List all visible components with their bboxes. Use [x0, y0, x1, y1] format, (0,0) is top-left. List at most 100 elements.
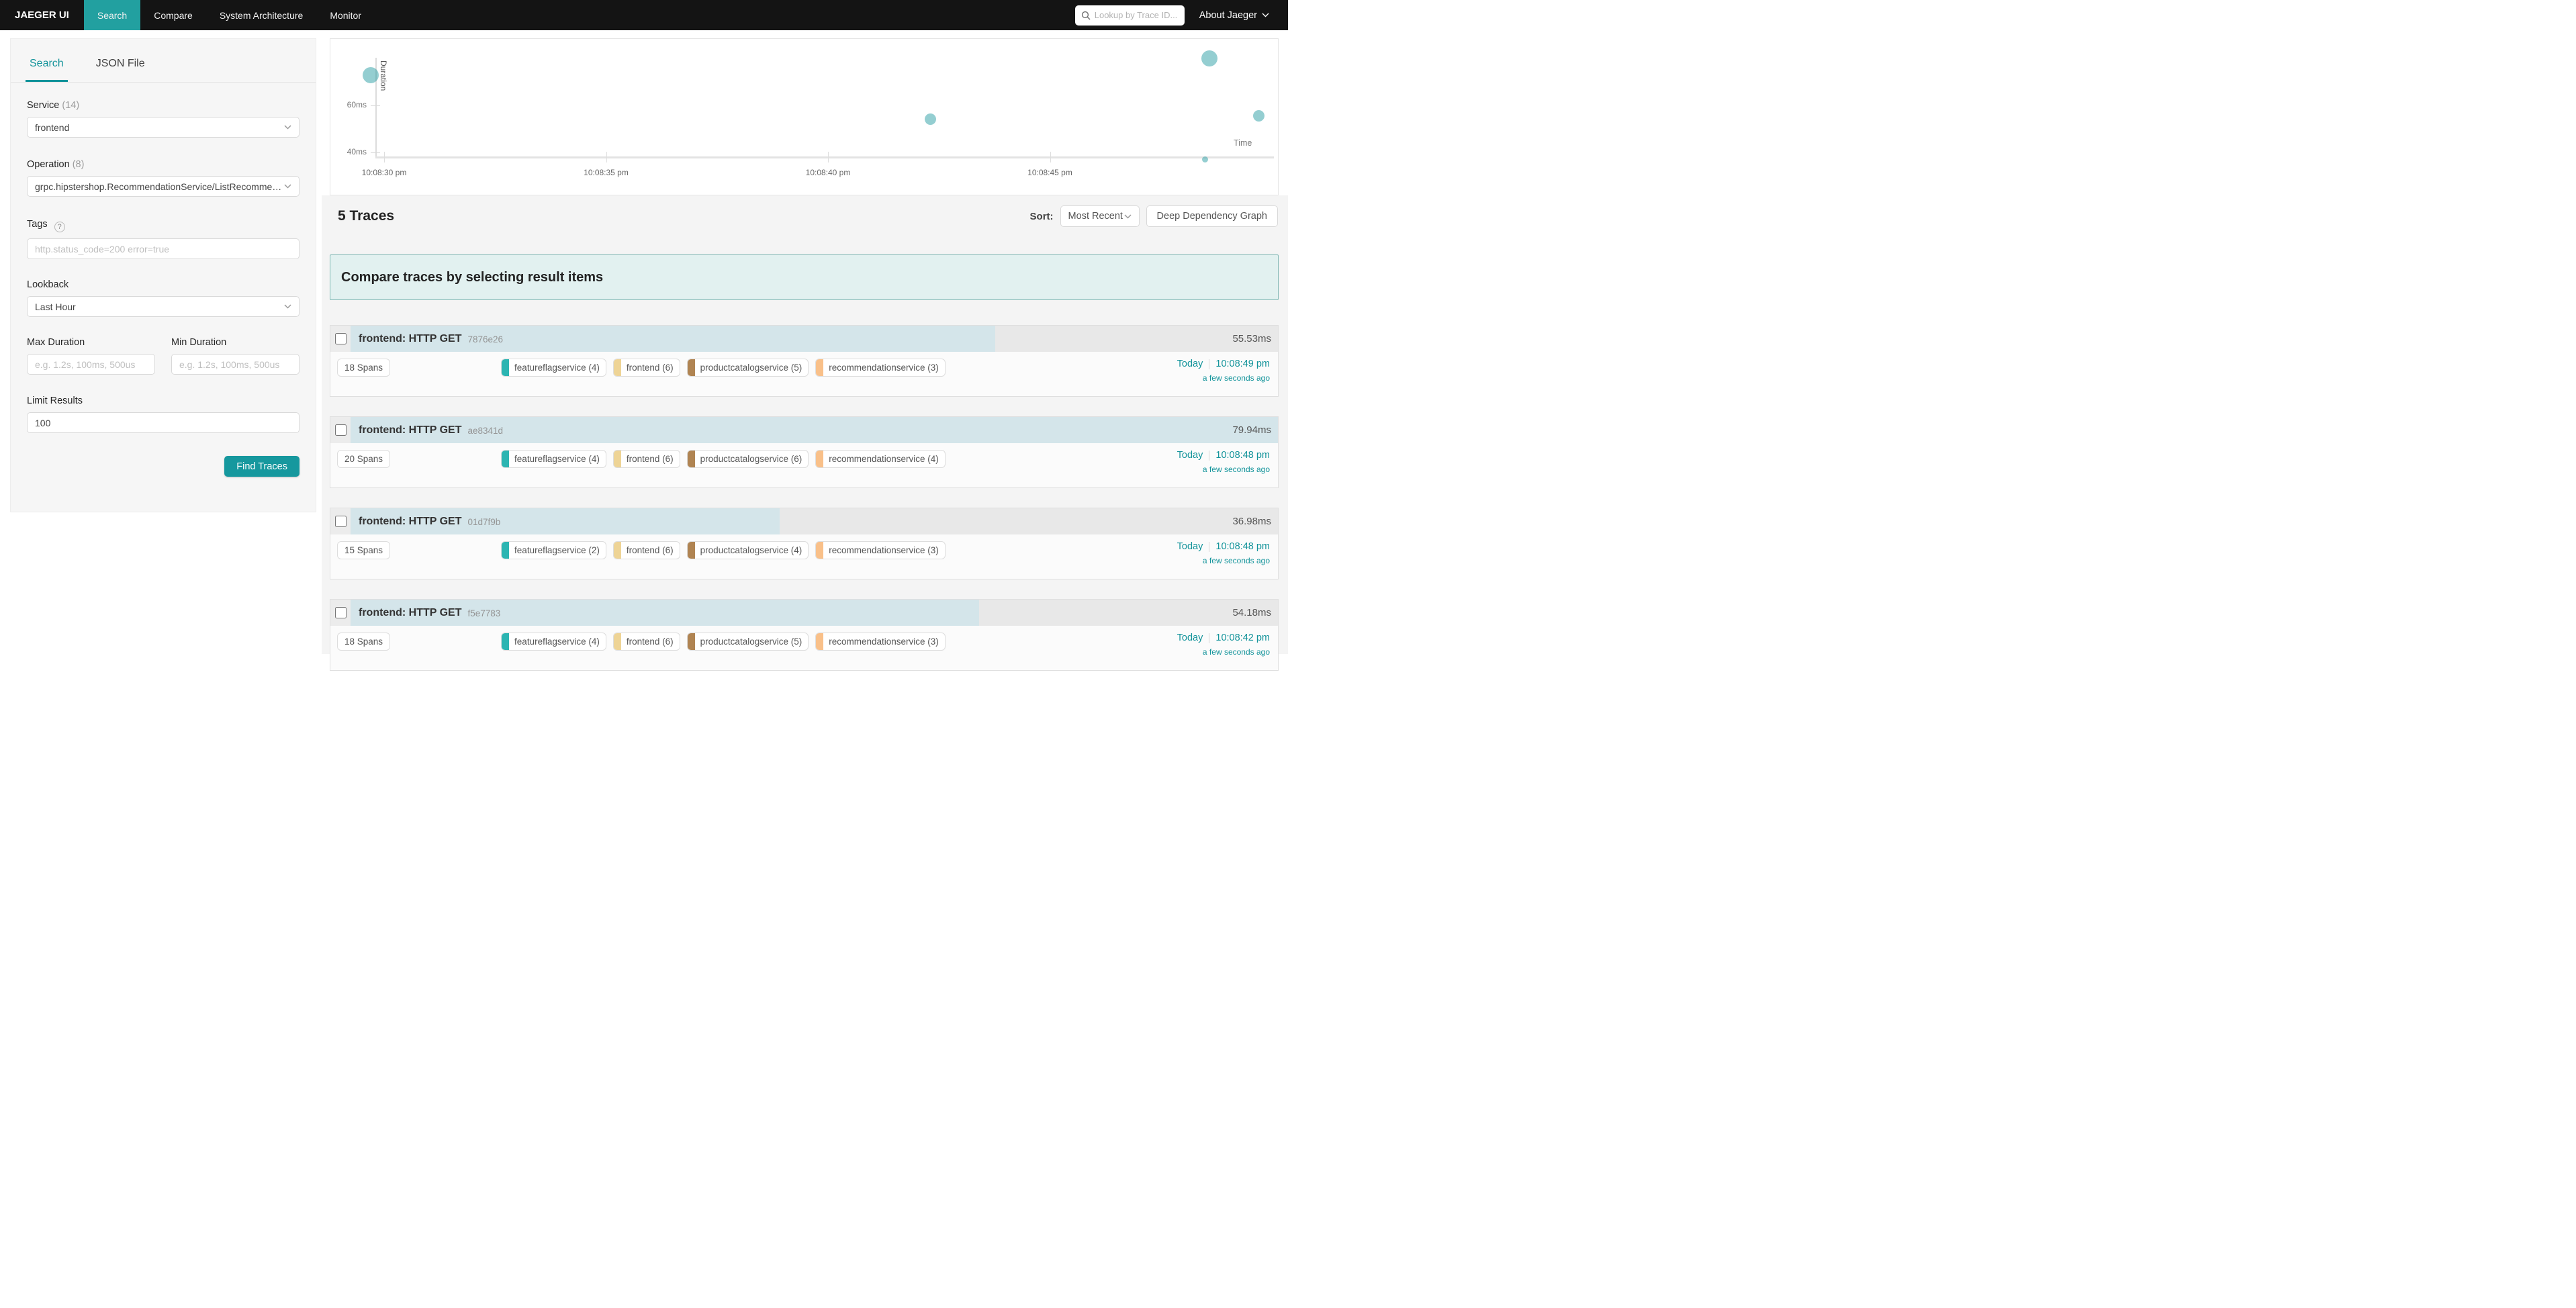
span-count-pill: 18 Spans [337, 633, 390, 651]
service-select[interactable]: frontend [27, 117, 300, 138]
trace-duration-track: frontend: HTTP GET ae8341d 79.94ms [351, 417, 1278, 443]
service-chip: frontend (6) [613, 633, 680, 651]
sort-select[interactable]: Most Recent [1060, 205, 1140, 227]
app-logo[interactable]: JAEGER UI [0, 0, 84, 30]
trace-lookup-input[interactable]: Lookup by Trace ID... [1075, 5, 1185, 26]
min-duration-input-wrap [171, 354, 300, 375]
tab-json-file[interactable]: JSON File [96, 58, 145, 82]
trace-duration-track: frontend: HTTP GET 7876e26 55.53ms [351, 326, 1278, 352]
trace-relative-time: a few seconds ago [1177, 647, 1270, 657]
scatter-point[interactable] [363, 67, 379, 83]
span-count-pill: 15 Spans [337, 541, 390, 559]
service-chip-label: frontend (6) [621, 637, 680, 647]
trace-service-operation: frontend: HTTP GET [359, 424, 461, 436]
tab-json-file-label: JSON File [96, 58, 145, 69]
trace-card-body: 15 Spans featureflagservice (2) frontend… [330, 534, 1278, 579]
service-chip: featureflagservice (4) [501, 359, 606, 377]
trace-id: ae8341d [467, 424, 503, 436]
trace-title: frontend: HTTP GET 01d7f9b [359, 508, 500, 534]
chevron-down-icon [284, 125, 291, 130]
trace-time-link[interactable]: 10:08:49 pm [1215, 359, 1270, 369]
tab-search[interactable]: Search [30, 58, 64, 82]
service-chip: featureflagservice (2) [501, 541, 606, 559]
trace-date-link[interactable]: Today [1177, 359, 1203, 369]
service-color-strip [816, 451, 823, 467]
service-color-strip [614, 451, 621, 467]
trace-title: frontend: HTTP GET 7876e26 [359, 326, 503, 352]
trace-date-link[interactable]: Today [1177, 450, 1203, 461]
trace-timestamp: Today 10:08:42 pm a few seconds ago [1177, 633, 1271, 657]
trace-service-operation: frontend: HTTP GET [359, 333, 461, 345]
service-label-text: Service [27, 100, 59, 111]
search-icon [1081, 11, 1091, 20]
trace-time-link[interactable]: 10:08:42 pm [1215, 633, 1270, 643]
trace-card-header[interactable]: frontend: HTTP GET f5e7783 54.18ms [330, 600, 1278, 626]
service-chip-label: featureflagservice (2) [509, 545, 606, 555]
scatter-point[interactable] [1253, 110, 1264, 122]
results-count-title: 5 Traces [338, 208, 394, 224]
scatter-point[interactable] [1202, 156, 1208, 162]
min-duration-input[interactable] [179, 359, 291, 370]
nav-spacer [375, 0, 1075, 30]
x-axis-line [375, 156, 1274, 158]
trace-time-link[interactable]: 10:08:48 pm [1215, 450, 1270, 461]
service-chip-label: recommendationservice (3) [823, 363, 945, 373]
trace-result-card: frontend: HTTP GET 7876e26 55.53ms 18 Sp… [330, 325, 1279, 397]
x-tick-label: 10:08:45 pm [1017, 168, 1084, 177]
trace-duration-value: 79.94ms [1232, 417, 1271, 443]
trace-card-header[interactable]: frontend: HTTP GET 7876e26 55.53ms [330, 326, 1278, 352]
nav-item-system-architecture[interactable]: System Architecture [206, 0, 317, 30]
trace-compare-checkbox[interactable] [335, 424, 347, 436]
help-icon[interactable]: ? [54, 222, 65, 232]
service-chip: featureflagservice (4) [501, 633, 606, 651]
nav-item-search[interactable]: Search [84, 0, 140, 30]
tabs-divider [11, 82, 316, 83]
x-tick-mark [384, 152, 385, 162]
trace-result-card: frontend: HTTP GET ae8341d 79.94ms 20 Sp… [330, 416, 1279, 488]
trace-card-header[interactable]: frontend: HTTP GET 01d7f9b 36.98ms [330, 508, 1278, 534]
about-jaeger-menu[interactable]: About Jaeger [1199, 0, 1269, 30]
trace-date-link[interactable]: Today [1177, 633, 1203, 643]
limit-results-input[interactable] [35, 418, 291, 428]
service-color-strip [614, 633, 621, 650]
trace-duration-track: frontend: HTTP GET f5e7783 54.18ms [351, 600, 1278, 626]
service-color-strip [614, 542, 621, 559]
trace-result-card: frontend: HTTP GET 01d7f9b 36.98ms 15 Sp… [330, 508, 1279, 579]
lookback-select[interactable]: Last Hour [27, 296, 300, 317]
trace-title: frontend: HTTP GET f5e7783 [359, 600, 500, 626]
span-count-pill: 20 Spans [337, 450, 390, 468]
scatter-point[interactable] [925, 113, 936, 125]
tags-input[interactable] [35, 244, 291, 254]
trace-card-header[interactable]: frontend: HTTP GET ae8341d 79.94ms [330, 417, 1278, 443]
max-duration-input[interactable] [35, 359, 147, 370]
service-color-strip [502, 542, 509, 559]
trace-card-body: 20 Spans featureflagservice (4) frontend… [330, 443, 1278, 487]
trace-compare-checkbox[interactable] [335, 516, 347, 527]
trace-date-link[interactable]: Today [1177, 541, 1203, 552]
service-chip: recommendationservice (4) [815, 450, 946, 468]
sidebar-tabs: Search JSON File [11, 58, 316, 82]
trace-service-operation: frontend: HTTP GET [359, 607, 461, 619]
service-chip: recommendationservice (3) [815, 633, 946, 651]
trace-duration-value: 54.18ms [1232, 600, 1271, 626]
service-color-strip [688, 359, 695, 376]
service-color-strip [816, 633, 823, 650]
service-color-strip [502, 359, 509, 376]
deep-dependency-graph-button[interactable]: Deep Dependency Graph [1146, 205, 1278, 227]
trace-time-link[interactable]: 10:08:48 pm [1215, 541, 1270, 552]
compare-traces-banner[interactable]: Compare traces by selecting result items [330, 254, 1279, 300]
y-tick-mark [371, 152, 380, 153]
service-chip: frontend (6) [613, 450, 680, 468]
trace-timestamp: Today 10:08:48 pm a few seconds ago [1177, 450, 1271, 474]
service-color-strip [816, 359, 823, 376]
trace-compare-checkbox[interactable] [335, 333, 347, 344]
trace-compare-checkbox[interactable] [335, 607, 347, 618]
trace-relative-time: a few seconds ago [1177, 373, 1270, 383]
nav-item-compare[interactable]: Compare [140, 0, 206, 30]
find-traces-button[interactable]: Find Traces [224, 456, 300, 477]
max-duration-label: Max Duration [27, 337, 155, 348]
service-chip: frontend (6) [613, 541, 680, 559]
nav-item-monitor[interactable]: Monitor [316, 0, 375, 30]
scatter-point[interactable] [1201, 50, 1217, 66]
operation-select[interactable]: grpc.hipstershop.RecommendationService/L… [27, 176, 300, 197]
